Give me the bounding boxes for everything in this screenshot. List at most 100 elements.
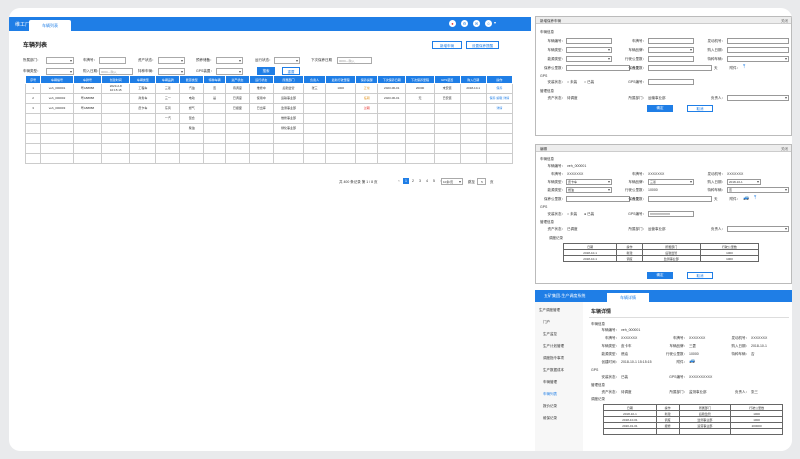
type-select[interactable]: 皮卡车 (566, 179, 612, 185)
asset-status-select[interactable] (158, 57, 185, 64)
table-cell (355, 143, 379, 154)
table-row[interactable] (24, 143, 514, 154)
gps-select[interactable] (216, 68, 243, 75)
cancel-button[interactable]: 取消 (687, 105, 713, 112)
gear-icon[interactable]: ⚙ (461, 20, 468, 27)
next-maint-date-input[interactable]: 0000—购入 (337, 57, 372, 64)
owner-select[interactable] (727, 95, 789, 101)
table-row[interactable]: 柴油 绿化事业部 (24, 123, 514, 134)
owner-select[interactable] (727, 226, 789, 232)
gps-number-field[interactable] (648, 79, 694, 85)
sidebar-item[interactable]: 生产计划管理 (543, 344, 564, 349)
record-cell: 调度 (616, 255, 643, 262)
maintenance-reminder-button[interactable]: 设置保养提醒 (466, 41, 499, 49)
table-row[interactable]: 2 veh_000002 粤A88888 商务车 三一 电动是已调度 使用中 运输事业部 临期 2… (24, 93, 514, 104)
column-header: 负责人 (303, 75, 326, 84)
page-button[interactable]: 4 (424, 178, 430, 184)
confirm-button[interactable]: 确定 (647, 272, 673, 279)
sidebar-item[interactable]: 车辆管理 (543, 380, 557, 385)
search-button[interactable]: 搜索 (257, 67, 275, 75)
plate-field[interactable] (648, 38, 694, 44)
page-unit-label: 页 (490, 180, 494, 184)
maint-km-field[interactable] (566, 65, 630, 71)
mileage-field[interactable] (648, 56, 694, 62)
table-cell[interactable]: 保养 编辑 详情 (485, 93, 514, 104)
brand-select[interactable] (648, 47, 694, 53)
sidebar-item[interactable]: 调度指令事项 (543, 356, 564, 361)
gps-radio-not-installed[interactable]: ○ 未装 (567, 212, 577, 217)
tab-vehicle-detail[interactable]: 车辆详情 (607, 293, 649, 302)
confirm-button[interactable]: 确定 (647, 105, 673, 112)
table-row[interactable]: 一汽 混合 维修事业部 (24, 113, 514, 124)
goto-page-input[interactable]: 5 (477, 178, 486, 185)
vehicle-id-input[interactable] (566, 38, 612, 44)
plate-input[interactable] (99, 57, 126, 64)
page-size-select[interactable]: 10条/页 (441, 178, 463, 185)
page-button[interactable]: ‹ (396, 178, 402, 184)
date-field[interactable]: 2018-10-1 (727, 179, 761, 185)
table-cell[interactable] (485, 153, 514, 164)
cancel-button[interactable]: 取消 (687, 272, 713, 279)
close-button[interactable]: 关闭 (781, 147, 788, 152)
table-cell[interactable]: 保养 (485, 83, 514, 94)
page-button[interactable]: 5 (431, 178, 437, 184)
table-cell[interactable] (485, 123, 514, 134)
dept-select[interactable] (46, 57, 74, 64)
user-icon[interactable]: ☺ (485, 20, 492, 27)
brand-select[interactable]: 三菱 (648, 179, 694, 185)
gps-radio-installed[interactable]: ○ 已装 (584, 80, 594, 85)
op-status-select[interactable] (274, 57, 300, 64)
label-date: 购入日期： (707, 48, 726, 52)
special-vehicle-select[interactable] (158, 68, 185, 75)
energy-select[interactable]: 燃油 (566, 187, 612, 193)
table-row[interactable] (24, 153, 514, 164)
maint-days-field[interactable] (648, 65, 712, 71)
page-button[interactable]: 1 (403, 178, 409, 184)
upload-icon[interactable]: ⤒ (754, 195, 756, 201)
sidebar-item[interactable]: 生产调度管理 (539, 308, 560, 313)
section-mgmt: 管理信息 (540, 89, 554, 93)
type-select[interactable] (566, 47, 612, 53)
purchase-date-input[interactable]: 0000—购入 (99, 68, 133, 75)
table-cell: 3 (24, 103, 42, 114)
tab-vehicle-list[interactable]: 车辆列表 (29, 20, 71, 31)
table-cell[interactable]: 详情 (485, 103, 514, 114)
sidebar-item[interactable]: 车辆列表 (543, 392, 557, 397)
reset-button[interactable]: 重置 (282, 67, 300, 75)
maint-days-field[interactable] (648, 196, 712, 202)
table-cell[interactable] (485, 133, 514, 144)
energy-select[interactable] (566, 56, 612, 62)
gps-radio-not-installed[interactable]: ○ 未装 (567, 80, 577, 85)
engine-field[interactable] (727, 38, 789, 44)
reserve-select[interactable] (216, 57, 243, 64)
maint-km-field[interactable] (566, 196, 630, 202)
car-icon[interactable]: 🚙 (689, 358, 695, 364)
add-vehicle-button[interactable]: 新增车辆 (432, 41, 462, 49)
gps-number-field[interactable]: XXXXXXXXXX (648, 211, 694, 217)
mail-icon[interactable]: ✉ (473, 20, 480, 27)
date-field[interactable] (727, 47, 789, 53)
sidebar-item[interactable]: 生产数据成本 (543, 368, 564, 373)
special-select[interactable] (727, 56, 789, 62)
table-row[interactable] (24, 133, 514, 144)
close-button[interactable]: 关闭 (781, 19, 788, 24)
sidebar-item[interactable]: 门户 (543, 320, 550, 325)
table-row[interactable]: 1 veh_000001 粤A88888 2023-2-8 10:15:15 工程车 三菱… (24, 83, 514, 94)
vehicle-type-select[interactable] (46, 68, 74, 75)
upload-icon[interactable]: ⤒ (743, 64, 745, 70)
page-button[interactable]: 2 (410, 178, 416, 184)
label-plate: 车牌号： (551, 172, 565, 176)
table-cell[interactable] (485, 143, 514, 154)
label-special: 特种车辆： (731, 352, 750, 356)
sidebar-item[interactable]: 维保记录 (543, 416, 557, 421)
sidebar-item[interactable]: 报价记录 (543, 404, 557, 409)
gps-radio-installed[interactable]: ● 已装 (584, 212, 594, 217)
special-select[interactable]: 否 (727, 187, 789, 193)
column-header: 序号 (24, 75, 42, 84)
table-row[interactable]: 3 veh_000003 粤A88888 皮卡车 东风 燃气 已报废 已出库 监测事业部 过期 详情 (24, 103, 514, 114)
bell-icon[interactable]: ● (449, 20, 456, 27)
page-button[interactable]: 3 (417, 178, 423, 184)
chevron-down-icon[interactable]: ▾ (494, 20, 496, 25)
table-cell[interactable] (485, 113, 514, 124)
sidebar-item[interactable]: 生产监控 (543, 332, 557, 337)
